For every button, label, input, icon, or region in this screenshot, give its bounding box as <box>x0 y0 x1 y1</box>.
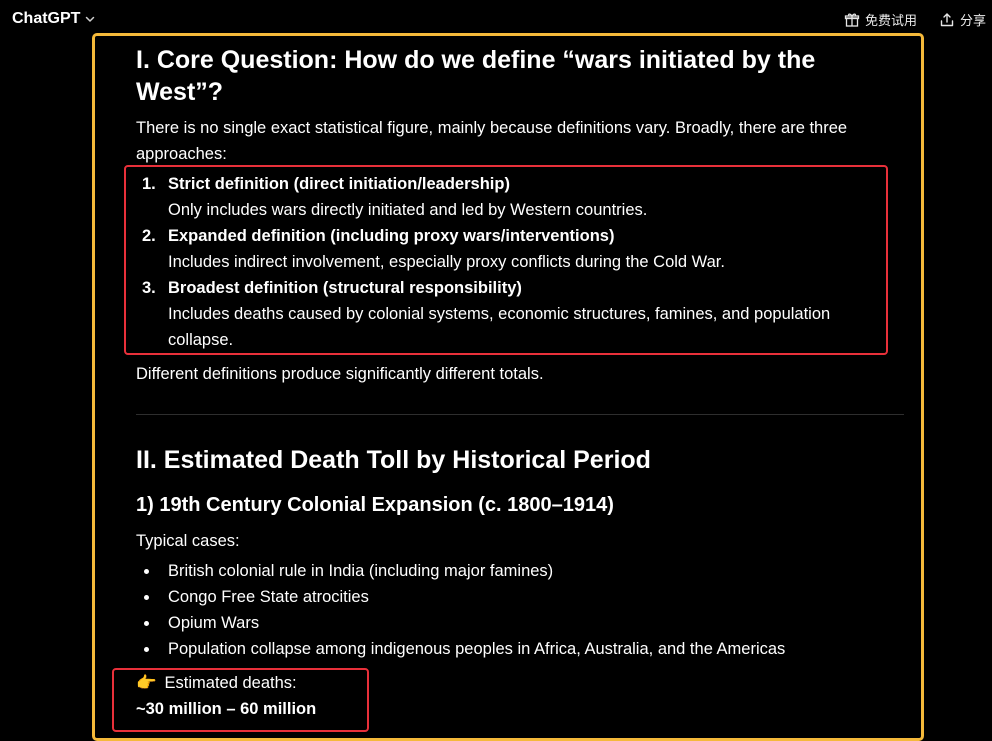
list-item: Opium Wars <box>136 610 896 636</box>
list-item: 3. Broadest definition (structural respo… <box>136 275 876 353</box>
section-divider <box>136 414 904 415</box>
case-text: Congo Free State atrocities <box>168 588 369 606</box>
bullet-dot <box>144 621 149 626</box>
free-trial-label: 免费试用 <box>864 13 917 28</box>
definition-title: Broadest definition (structural responsi… <box>168 279 522 297</box>
free-trial-button[interactable]: 免费试用 <box>844 10 917 29</box>
definition-description: Includes deaths caused by colonial syste… <box>168 305 831 349</box>
pointing-hand-icon: 👉 <box>136 674 157 692</box>
list-number: 1. <box>142 175 156 193</box>
top-actions: 免费试用 分享 <box>844 10 986 29</box>
list-item: Congo Free State atrocities <box>136 584 896 610</box>
case-text: Population collapse among indigenous peo… <box>168 640 786 658</box>
estimate-label: Estimated deaths: <box>164 674 297 692</box>
chevron-down-icon <box>86 16 95 22</box>
share-label: 分享 <box>959 13 986 28</box>
share-button[interactable]: 分享 <box>939 10 986 29</box>
gift-icon <box>844 13 860 27</box>
list-item: Population collapse among indigenous peo… <box>136 636 896 662</box>
list-item: 1. Strict definition (direct initiation/… <box>136 171 876 223</box>
definition-description: Only includes wars directly initiated an… <box>168 201 648 219</box>
case-text: British colonial rule in India (includin… <box>168 562 554 580</box>
list-number: 2. <box>142 227 156 245</box>
top-bar: ChatGPT 免费试用 分享 <box>0 0 992 40</box>
definition-title: Strict definition (direct initiation/lea… <box>168 175 510 193</box>
list-item: 2. Expanded definition (including proxy … <box>136 223 876 275</box>
estimate-value: ~30 million – 60 million <box>136 700 317 718</box>
bullet-dot <box>144 595 149 600</box>
outro-paragraph: Different definitions produce significan… <box>136 365 544 383</box>
typical-cases-label: Typical cases: <box>136 532 240 550</box>
estimate-label-line: 👉 Estimated deaths: <box>136 670 297 696</box>
definition-description: Includes indirect involvement, especiall… <box>168 253 725 271</box>
list-number: 3. <box>142 279 156 297</box>
bullet-dot <box>144 647 149 652</box>
share-icon <box>940 12 954 26</box>
cases-list: British colonial rule in India (includin… <box>136 558 896 662</box>
section-heading-death-toll: II. Estimated Death Toll by Historical P… <box>136 446 651 474</box>
case-text: Opium Wars <box>168 614 260 632</box>
definition-title: Expanded definition (including proxy war… <box>168 227 615 245</box>
model-selector[interactable]: ChatGPT <box>12 10 96 28</box>
section-heading-core-question: I. Core Question: How do we define “wars… <box>136 46 816 106</box>
intro-paragraph: There is no single exact statistical fig… <box>136 119 848 163</box>
definition-list: 1. Strict definition (direct initiation/… <box>136 171 876 353</box>
subsection-heading-colonial: 1) 19th Century Colonial Expansion (c. 1… <box>136 494 614 516</box>
brand-label: ChatGPT <box>12 10 81 27</box>
bullet-dot <box>144 569 149 574</box>
list-item: British colonial rule in India (includin… <box>136 558 896 584</box>
